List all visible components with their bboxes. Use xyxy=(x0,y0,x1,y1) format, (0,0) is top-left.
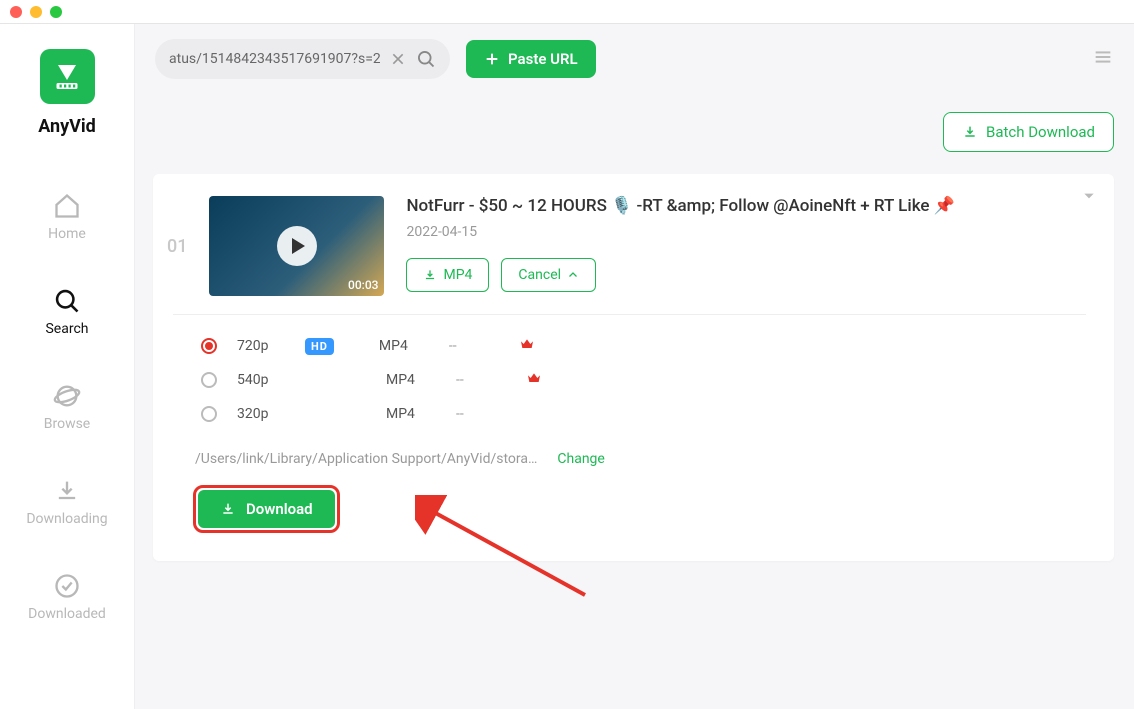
downloading-icon xyxy=(53,477,81,505)
search-submit-icon[interactable] xyxy=(416,49,436,69)
app-logo xyxy=(40,49,95,104)
search-field-wrap xyxy=(155,39,450,79)
plus-icon xyxy=(484,51,500,67)
radio-selected-icon[interactable] xyxy=(201,338,217,354)
download-icon xyxy=(220,501,236,517)
video-result-card: 01 00:03 NotFurr - $50 ~ 12 HOURS 🎙️ -RT… xyxy=(153,174,1114,561)
minimize-window-icon[interactable] xyxy=(30,6,42,18)
resolution-label: 320p xyxy=(237,406,285,422)
format-row[interactable]: 320p MP4 -- xyxy=(201,397,1086,431)
download-label: Download xyxy=(246,500,313,518)
format-label: MP4 xyxy=(379,338,429,354)
size-label: -- xyxy=(449,338,499,354)
video-thumbnail[interactable]: 00:03 xyxy=(209,196,384,296)
resolution-label: 540p xyxy=(237,372,285,388)
hd-badge: HD xyxy=(305,338,334,355)
sidebar: AnyVid Home Search Browse Downloading Do… xyxy=(0,24,135,709)
storage-path: /Users/link/Library/Application Support/… xyxy=(195,451,537,467)
clear-input-icon[interactable] xyxy=(390,51,406,67)
cancel-button[interactable]: Cancel xyxy=(501,258,596,292)
sidebar-item-home[interactable]: Home xyxy=(48,192,86,242)
crown-icon xyxy=(519,336,535,356)
sidebar-item-label: Search xyxy=(45,321,88,337)
download-button[interactable]: Download xyxy=(198,490,335,528)
sidebar-nav: Home Search Browse Downloading Downloade… xyxy=(0,192,134,622)
format-row[interactable]: 720p HD MP4 -- xyxy=(201,329,1086,363)
sidebar-item-search[interactable]: Search xyxy=(45,287,88,337)
play-icon xyxy=(277,226,317,266)
sidebar-item-downloading[interactable]: Downloading xyxy=(26,477,107,527)
paste-url-button[interactable]: Paste URL xyxy=(466,40,596,78)
sidebar-item-downloaded[interactable]: Downloaded xyxy=(28,572,106,622)
collapse-icon[interactable] xyxy=(1082,188,1096,207)
menu-icon[interactable] xyxy=(1092,46,1114,72)
size-label: -- xyxy=(456,372,506,388)
sidebar-item-label: Downloaded xyxy=(28,606,106,622)
window-titlebar xyxy=(0,0,1134,24)
search-icon xyxy=(53,287,81,315)
format-list: 720p HD MP4 -- 540p MP4 -- xyxy=(173,329,1086,431)
chevron-up-icon xyxy=(567,269,579,281)
format-row[interactable]: 540p MP4 -- xyxy=(201,363,1086,397)
sidebar-item-label: Downloading xyxy=(26,511,107,527)
home-icon xyxy=(53,192,81,220)
sidebar-item-label: Home xyxy=(48,226,86,242)
batch-download-button[interactable]: Batch Download xyxy=(943,112,1114,152)
result-index: 01 xyxy=(167,236,187,257)
download-icon xyxy=(962,124,978,140)
mp4-label: MP4 xyxy=(443,267,472,283)
format-label: MP4 xyxy=(386,372,436,388)
mp4-button[interactable]: MP4 xyxy=(406,258,489,292)
batch-download-label: Batch Download xyxy=(986,123,1095,141)
download-button-highlight: Download xyxy=(193,485,340,533)
toolbar: Paste URL xyxy=(135,24,1134,94)
divider xyxy=(173,314,1086,315)
maximize-window-icon[interactable] xyxy=(50,6,62,18)
radio-icon[interactable] xyxy=(201,406,217,422)
paste-url-label: Paste URL xyxy=(508,50,578,68)
main-area: Paste URL Batch Download 01 00:03 xyxy=(135,24,1134,709)
crown-icon xyxy=(526,370,542,390)
app-name: AnyVid xyxy=(38,116,96,137)
check-circle-icon xyxy=(53,572,81,600)
cancel-label: Cancel xyxy=(518,267,561,283)
change-path-link[interactable]: Change xyxy=(557,451,604,467)
video-date: 2022-04-15 xyxy=(406,224,1086,240)
format-label: MP4 xyxy=(386,406,436,422)
size-label: -- xyxy=(456,406,506,422)
sidebar-item-label: Browse xyxy=(44,416,90,432)
video-title: NotFurr - $50 ~ 12 HOURS 🎙️ -RT &amp; Fo… xyxy=(406,196,1086,216)
video-duration: 00:03 xyxy=(348,278,378,292)
close-window-icon[interactable] xyxy=(10,6,22,18)
url-input[interactable] xyxy=(169,51,380,67)
download-icon xyxy=(423,268,437,282)
resolution-label: 720p xyxy=(237,338,285,354)
sidebar-item-browse[interactable]: Browse xyxy=(44,382,90,432)
planet-icon xyxy=(53,382,81,410)
radio-icon[interactable] xyxy=(201,372,217,388)
